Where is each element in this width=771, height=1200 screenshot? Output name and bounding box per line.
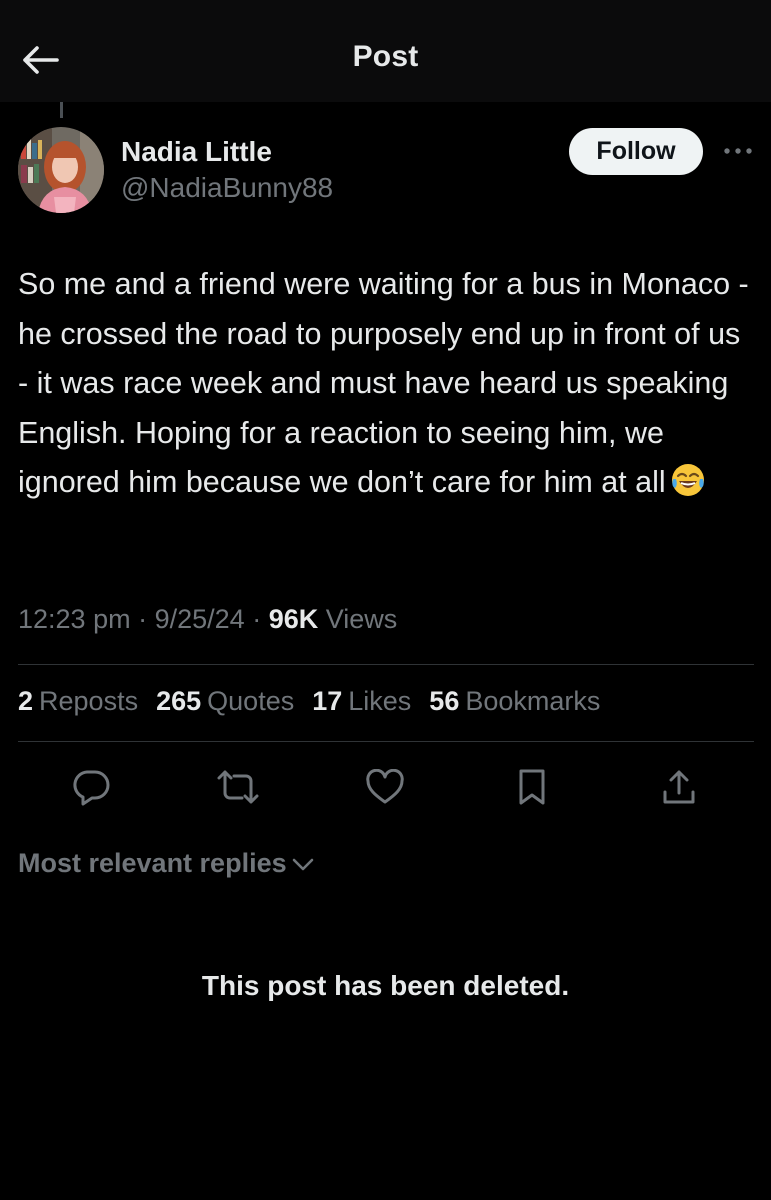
engagement-stats: 2 Reposts 265 Quotes 17 Likes 56 Bookmarks (18, 686, 600, 717)
author-handle[interactable]: @NadiaBunny88 (121, 172, 333, 204)
post-meta: 12:23 pm · 9/25/24 · 96K Views (18, 604, 397, 635)
top-bar: Post (0, 0, 771, 102)
divider (18, 664, 754, 665)
avatar-image (18, 127, 104, 213)
repost-icon (217, 770, 259, 804)
divider (18, 741, 754, 742)
stat-likes[interactable]: 17 Likes (312, 686, 411, 717)
share-button[interactable] (656, 764, 702, 810)
more-options-button[interactable] (718, 136, 758, 166)
post-time: 12:23 pm (18, 604, 131, 634)
like-button[interactable] (362, 764, 408, 810)
author-name[interactable]: Nadia Little (121, 136, 272, 168)
views-label[interactable]: Views (326, 604, 398, 634)
repost-button[interactable] (215, 764, 261, 810)
stat-reposts[interactable]: 2 Reposts (18, 686, 138, 717)
more-horizontal-icon (724, 148, 752, 154)
bookmark-button[interactable] (509, 764, 555, 810)
chevron-down-icon (292, 858, 313, 870)
views-count[interactable]: 96K (269, 604, 319, 634)
replies-sort-dropdown[interactable]: Most relevant replies (18, 848, 315, 879)
reply-button[interactable] (68, 764, 114, 810)
post-date: 9/25/24 (154, 604, 245, 634)
share-icon (663, 770, 695, 804)
like-icon (366, 769, 404, 804)
thread-connector-line (60, 102, 63, 118)
avatar[interactable] (18, 127, 104, 213)
face-with-tears-of-joy-emoji (670, 462, 706, 514)
page-title: Post (352, 40, 419, 73)
reply-icon (73, 770, 110, 806)
bookmark-icon (519, 769, 545, 805)
meta-separator: · (252, 604, 269, 634)
replies-sort-label: Most relevant replies (18, 848, 287, 878)
follow-button[interactable]: Follow (569, 128, 703, 175)
stat-bookmarks[interactable]: 56 Bookmarks (429, 686, 600, 717)
deleted-post-message: This post has been deleted. (201, 970, 570, 1001)
stat-quotes[interactable]: 265 Quotes (156, 686, 294, 717)
meta-separator: · (138, 604, 155, 634)
post-text: So me and a friend were waiting for a bu… (18, 260, 753, 514)
post-body: So me and a friend were waiting for a bu… (18, 267, 758, 499)
